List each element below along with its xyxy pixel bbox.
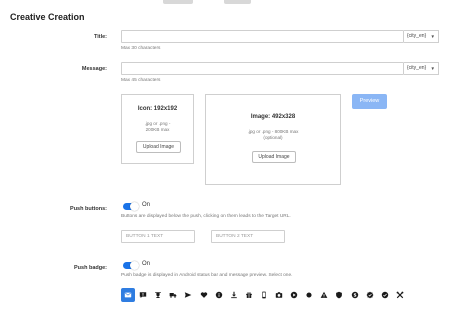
shield-icon[interactable]: [332, 288, 346, 302]
push-badge-label: Push badge:: [73, 265, 107, 271]
button-1-text-input[interactable]: BUTTON 1 TEXT: [121, 230, 195, 243]
svg-text:$: $: [353, 293, 356, 299]
trophy-icon[interactable]: [151, 288, 165, 302]
push-buttons-label: Push buttons:: [70, 206, 107, 212]
push-badge-toggle[interactable]: [123, 261, 139, 270]
play-icon[interactable]: [287, 288, 301, 302]
icon-upload-button[interactable]: Upload Image: [136, 141, 181, 153]
push-badge-toggle-label: On: [142, 261, 151, 267]
image-upload-title: Image: 492x328: [250, 114, 296, 120]
push-buttons-toggle[interactable]: [123, 202, 139, 211]
warning-icon[interactable]: [317, 288, 331, 302]
chat-alert-icon[interactable]: [136, 288, 150, 302]
icon-upload-box: Icon: 192x192 .jpg or .png - 200KB max U…: [121, 94, 194, 164]
chevron-down-icon: ▼: [430, 34, 435, 39]
image-upload-desc-2: (optional): [263, 135, 283, 140]
send-icon[interactable]: [181, 288, 195, 302]
message-hint: Max 45 characters: [121, 78, 161, 83]
image-upload-button[interactable]: Upload Image: [252, 151, 296, 163]
top-tab-stub-left: [163, 0, 193, 4]
mail-icon[interactable]: [121, 288, 135, 302]
truck-icon[interactable]: [166, 288, 180, 302]
icon-upload-desc-2: 200KB max: [145, 127, 170, 132]
verified-icon[interactable]: [363, 288, 377, 302]
push-buttons-toggle-label: On: [142, 202, 151, 208]
title-macro-value: {city_en}: [407, 33, 427, 39]
record-icon[interactable]: [302, 288, 316, 302]
camera-icon[interactable]: [272, 288, 286, 302]
title-label: Title:: [93, 34, 107, 40]
push-badge-hint: Push badge is displayed in Android statu…: [121, 273, 293, 278]
image-upload-box: Image: 492x328 .jpg or .png - 800KB max …: [205, 94, 341, 185]
icon-upload-title: Icon: 192x192: [137, 106, 178, 112]
title-input[interactable]: [121, 30, 404, 43]
message-label: Message:: [81, 66, 107, 72]
check-icon[interactable]: [378, 288, 392, 302]
top-tab-stub-right: [224, 0, 251, 4]
message-macro-select[interactable]: {city_en} ▼: [404, 62, 439, 75]
button-2-text-input[interactable]: BUTTON 2 TEXT: [211, 230, 285, 243]
info-icon[interactable]: [212, 288, 226, 302]
heart-icon[interactable]: [197, 288, 211, 302]
page-title: Creative Creation: [10, 12, 85, 22]
phone-icon[interactable]: [257, 288, 271, 302]
chevron-down-icon: ▼: [430, 66, 435, 71]
tools-icon[interactable]: [393, 288, 407, 302]
download-icon[interactable]: [227, 288, 241, 302]
gift-icon[interactable]: [242, 288, 256, 302]
dollar-icon[interactable]: $: [348, 288, 362, 302]
push-buttons-hint: Buttons are displayed below the push, cl…: [121, 214, 291, 219]
message-macro-value: {city_en}: [407, 65, 427, 71]
message-input[interactable]: [121, 62, 404, 75]
title-macro-select[interactable]: {city_en} ▼: [404, 30, 439, 43]
title-hint: Max 30 characters: [121, 46, 161, 51]
badge-icon-row: $: [121, 288, 405, 302]
preview-button[interactable]: Preview: [352, 94, 387, 109]
